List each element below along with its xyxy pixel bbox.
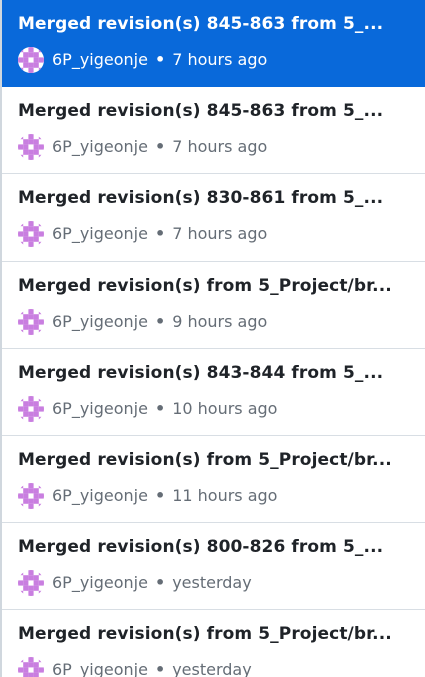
commit-time: 11 hours ago: [172, 485, 278, 505]
meta-separator: •: [154, 50, 166, 69]
commit-author: 6P_yigeonje: [52, 137, 148, 157]
commit-author: 6P_yigeonje: [52, 50, 148, 69]
commit-title: Merged revision(s) 830-861 from 5_...: [18, 188, 384, 209]
commit-author: 6P_yigeonje: [52, 485, 148, 505]
commit-time: 9 hours ago: [172, 311, 268, 331]
commit-title: Merged revision(s) 845-863 from 5_...: [18, 14, 384, 34]
commit-title: Merged revision(s) from 5_Project/br...: [18, 624, 392, 645]
avatar-identicon-icon: [18, 47, 44, 73]
commit-list-item[interactable]: Merged revision(s) 845-863 from 5_... 6P…: [2, 87, 425, 175]
commit-meta: 6P_yigeonje • 7 hours ago: [18, 47, 413, 73]
commit-time: yesterday: [172, 573, 252, 593]
commit-list: Merged revision(s) 845-863 from 5_... 6P…: [0, 0, 425, 677]
meta-separator: •: [154, 224, 166, 244]
avatar-identicon-icon: [18, 482, 44, 509]
commit-meta: 6P_yigeonje • 9 hours ago: [18, 308, 413, 335]
commit-title: Merged revision(s) from 5_Project/br...: [18, 449, 392, 470]
avatar-identicon-icon: [18, 134, 44, 161]
commit-author: 6P_yigeonje: [52, 573, 148, 593]
commit-time: 7 hours ago: [172, 137, 268, 157]
commit-meta: 6P_yigeonje • 7 hours ago: [18, 221, 413, 248]
commit-author: 6P_yigeonje: [52, 311, 148, 331]
avatar-identicon-icon: [18, 570, 44, 597]
meta-separator: •: [154, 660, 166, 677]
commit-list-item[interactable]: Merged revision(s) from 5_Project/br... …: [2, 436, 425, 524]
commit-author: 6P_yigeonje: [52, 660, 148, 677]
meta-separator: •: [154, 573, 166, 593]
avatar-identicon-icon: [18, 395, 44, 422]
commit-list-item[interactable]: Merged revision(s) 830-861 from 5_... 6P…: [2, 174, 425, 262]
commit-author: 6P_yigeonje: [52, 398, 148, 418]
commit-time: yesterday: [172, 660, 252, 677]
commit-meta: 6P_yigeonje • 11 hours ago: [18, 482, 413, 509]
commit-list-item[interactable]: Merged revision(s) from 5_Project/br... …: [2, 262, 425, 349]
avatar-identicon-icon: [18, 221, 44, 248]
meta-separator: •: [154, 398, 166, 418]
avatar-identicon-icon: [18, 657, 44, 677]
commit-list-item[interactable]: Merged revision(s) 845-863 from 5_... 6P…: [2, 0, 425, 88]
commit-meta: 6P_yigeonje • 10 hours ago: [18, 395, 413, 422]
commit-time: 7 hours ago: [172, 50, 268, 69]
commit-time: 7 hours ago: [172, 224, 268, 244]
commit-meta: 6P_yigeonje • 7 hours ago: [18, 134, 413, 161]
commit-list-item[interactable]: Merged revision(s) 800-826 from 5_... 6P…: [2, 523, 425, 611]
commit-meta: 6P_yigeonje • yesterday: [18, 570, 413, 597]
commit-author: 6P_yigeonje: [52, 224, 148, 244]
commit-title: Merged revision(s) 800-826 from 5_...: [18, 537, 384, 558]
commit-meta: 6P_yigeonje • yesterday: [18, 657, 413, 677]
commit-list-item[interactable]: Merged revision(s) from 5_Project/br... …: [2, 610, 425, 677]
commit-title: Merged revision(s) from 5_Project/br...: [18, 275, 392, 296]
commit-time: 10 hours ago: [172, 398, 278, 418]
commit-list-item[interactable]: Merged revision(s) 843-844 from 5_... 6P…: [2, 349, 425, 436]
avatar-identicon-icon: [18, 308, 44, 335]
commit-title: Merged revision(s) 845-863 from 5_...: [18, 101, 384, 122]
commit-title: Merged revision(s) 843-844 from 5_...: [18, 362, 384, 383]
meta-separator: •: [154, 311, 166, 331]
meta-separator: •: [154, 485, 166, 505]
meta-separator: •: [154, 137, 166, 157]
